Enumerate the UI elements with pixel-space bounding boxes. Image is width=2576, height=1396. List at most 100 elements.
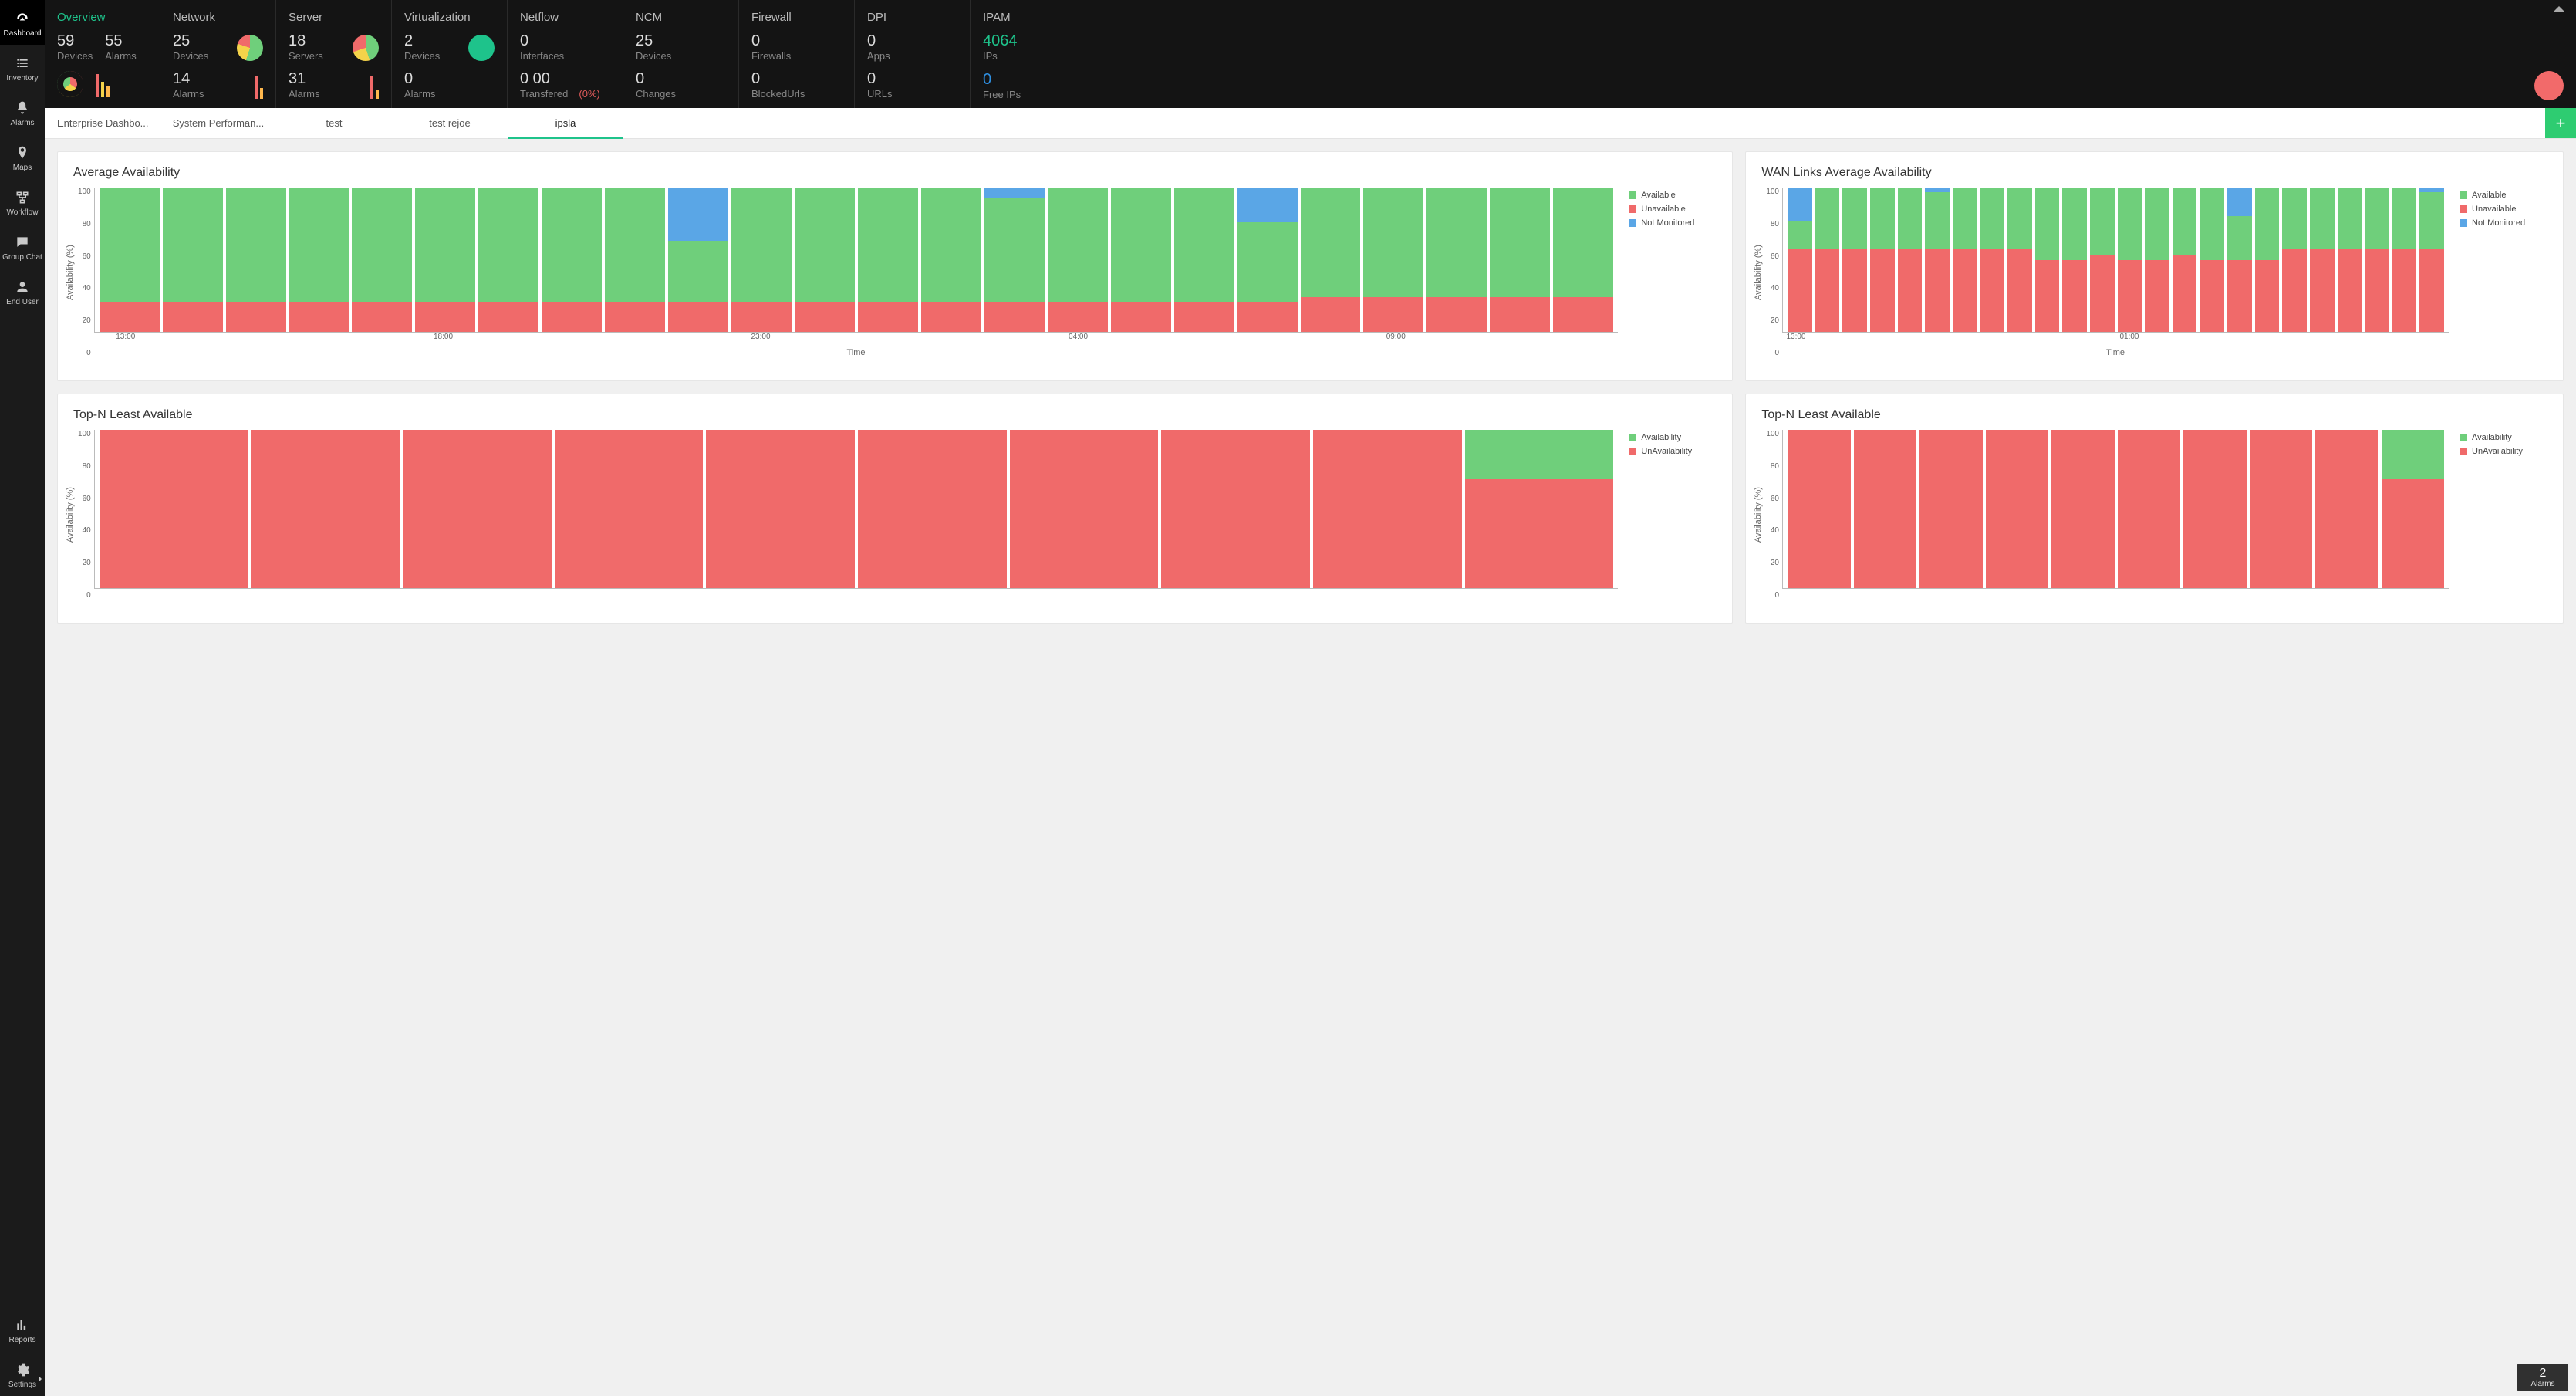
metric-value: 4064 [983,33,1018,49]
chart-bar [555,430,704,588]
add-dashboard-button[interactable]: + [2545,108,2576,138]
metric-label: BlockedUrls [751,88,805,100]
nav-label: Settings [8,1381,36,1389]
chart-bar [984,188,1045,332]
chart-container: Availability (%) 100806040200 Availabili… [58,427,1732,623]
summary-virtualization[interactable]: Virtualization 2 Devices 0 Alarms [392,0,508,108]
pie-icon [353,35,379,61]
chart-bar [226,188,286,332]
subtab-sysperf[interactable]: System Performan... [160,108,276,138]
chart-bar [2250,430,2313,588]
metric: 0 Alarms [404,71,435,100]
subtab-ipsla[interactable]: ipsla [508,108,623,138]
chart-bar [2173,188,2197,332]
chart-bar [605,188,665,332]
x-ticks [94,589,1619,600]
chart-bar [1986,430,2049,588]
chat-icon [15,235,30,250]
chart-bar [2200,188,2224,332]
nav-label: Workflow [7,208,39,217]
metric: 31 Alarms [289,71,319,100]
chart-bar [2035,188,2060,332]
summary-title: Server [289,11,379,24]
nav-dashboard[interactable]: Dashboard [0,0,45,45]
metric-label: Devices [57,50,93,62]
user-icon [15,279,30,295]
chart-bar [478,188,538,332]
subtab-enterprise[interactable]: Enterprise Dashbo... [45,108,160,138]
summary-overview[interactable]: Overview 59 Devices 55 Alarms [45,0,160,108]
summary-title: Firewall [751,11,842,24]
subtab-test[interactable]: test [276,108,392,138]
metric-label: Alarms [289,88,319,100]
metric-value: 0 [751,71,805,86]
chart-bar [100,188,160,332]
alarm-badge[interactable]: 2 Alarms [2517,1364,2568,1391]
chart-bar [1490,188,1550,332]
dashboard-content: Average Availability Availability (%) 10… [45,139,2576,1396]
chart-bar [415,188,475,332]
metric-value: 25 [636,33,671,49]
chart-bar [1174,188,1234,332]
nav-settings[interactable]: Settings [0,1351,45,1396]
summary-bar: Overview 59 Devices 55 Alarms Network 25… [45,0,2576,108]
nav-reports[interactable]: Reports [0,1306,45,1351]
collapse-summary-icon[interactable] [2553,6,2565,12]
metric-value: 25 [173,33,208,49]
nav-label: Inventory [6,74,38,83]
chart-bar [2118,430,2181,588]
pin-icon [15,145,30,161]
metric: 18 Servers [289,33,323,62]
x-ticks: 13:0018:0023:0004:0009:00 [94,333,1619,343]
summary-network[interactable]: Network 25 Devices 14 Alarms [160,0,276,108]
summary-server[interactable]: Server 18 Servers 31 Alarms [276,0,392,108]
metric-value: 0 [867,71,893,86]
summary-ncm[interactable]: NCM 25 Devices 0 Changes [623,0,739,108]
metric: 0 Changes [636,71,676,100]
nav-workflow[interactable]: Workflow [0,179,45,224]
nav-enduser[interactable]: End User [0,269,45,313]
metric: 55 Alarms [105,33,136,62]
y-axis-label: Availability (%) [1752,188,1764,357]
metric: 0 Firewalls [751,33,791,62]
nav-groupchat[interactable]: Group Chat [0,224,45,269]
chart-bar [2183,430,2247,588]
chart-bar [2090,188,2115,332]
nav-inventory[interactable]: Inventory [0,45,45,90]
metric-value: 0 [983,72,1021,87]
bell-icon [15,100,30,116]
chart-bar [2282,188,2307,332]
x-ticks [1782,589,2449,600]
nav-maps[interactable]: Maps [0,134,45,179]
legend-item: Availability [1629,433,1726,442]
pie-icon [237,35,263,61]
summary-dpi[interactable]: DPI 0 Apps 0 URLs [855,0,971,108]
summary-title: DPI [867,11,957,24]
metric: 25 Devices [636,33,671,62]
chart-bar [858,188,918,332]
chart-bar [1788,188,1812,332]
nav-alarms[interactable]: Alarms [0,90,45,134]
chart-bar [2419,188,2444,332]
chart-bar [1980,188,2004,332]
legend-item: Available [1629,191,1726,200]
chart-bar [289,188,349,332]
legend: AvailabilityUnAvailability [2449,430,2557,600]
metric: 0 Apps [867,33,890,62]
chart-bar [1898,188,1923,332]
summary-netflow[interactable]: Netflow 0 Interfaces 0 00 Transfered(0%) [508,0,623,108]
summary-ipam[interactable]: IPAM 4064 IPs 0 Free IPs [971,0,2576,108]
caret-right-icon [39,1376,42,1382]
chart-bar [1465,430,1614,588]
summary-firewall[interactable]: Firewall 0 Firewalls 0 BlockedUrls [739,0,855,108]
metric: 4064 IPs [983,33,1018,62]
chart-bar [352,188,412,332]
chart-bar [542,188,602,332]
nav-label: End User [6,298,39,306]
gear-icon [15,1362,30,1377]
subtab-testrejoe[interactable]: test rejoe [392,108,508,138]
chart-bar [1010,430,1159,588]
chart-bar [795,188,855,332]
chart-bar [731,188,792,332]
legend: AvailableUnavailableNot Monitored [2449,188,2557,357]
